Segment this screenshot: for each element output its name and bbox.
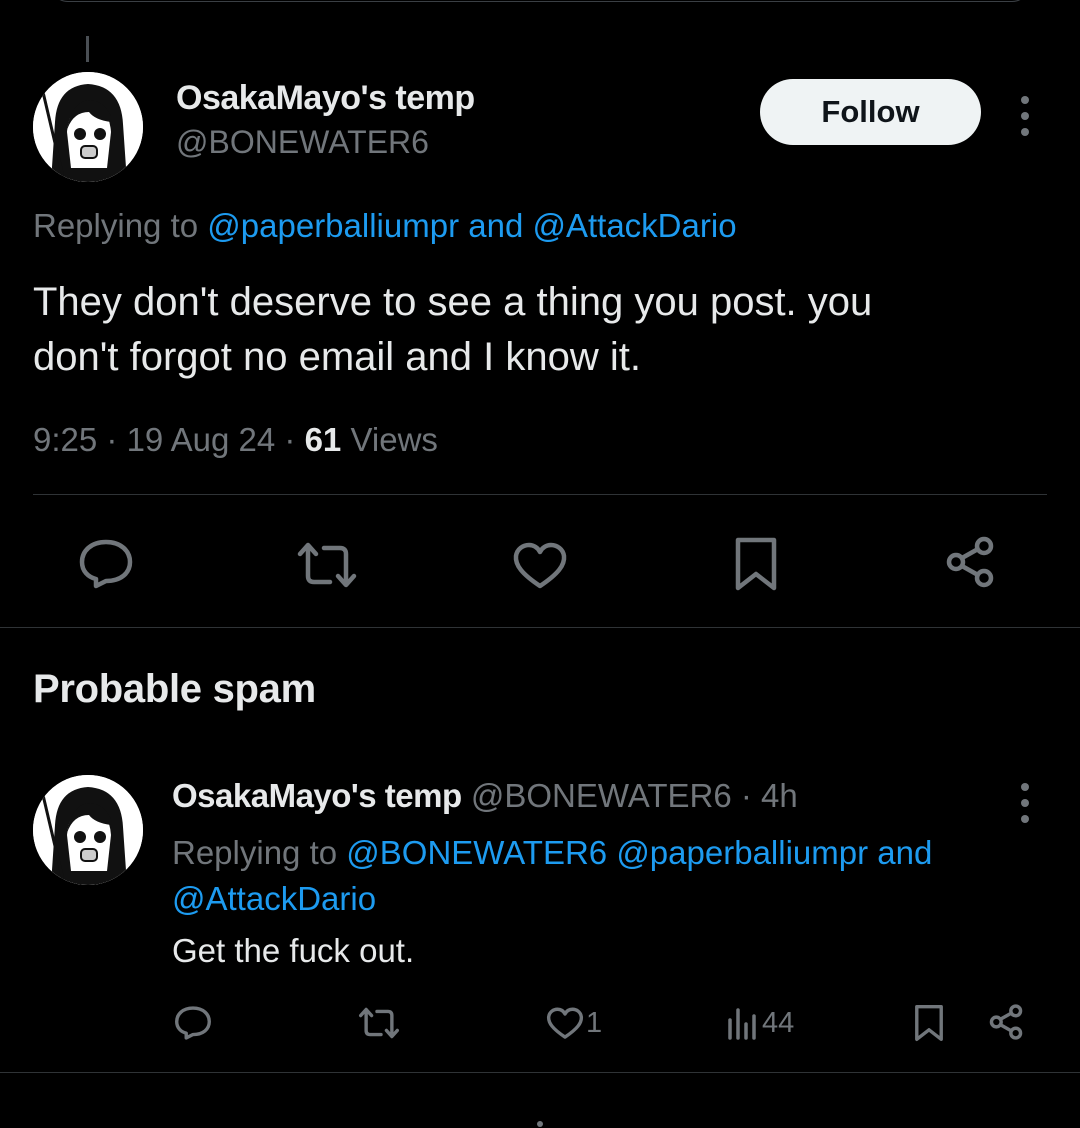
author-display-name[interactable]: OsakaMayo's temp <box>176 79 475 118</box>
like-count: 1 <box>586 1007 603 1039</box>
meta-separator: · <box>106 421 118 458</box>
replying-user-link[interactable]: @paperballiumpr <box>616 834 868 871</box>
replying-user-link[interactable]: @AttackDario <box>172 880 376 917</box>
retweet-button[interactable] <box>296 540 358 590</box>
reply-header: OsakaMayo's temp @BONEWATER6 · 4h <box>172 777 798 815</box>
share-icon <box>989 1004 1023 1040</box>
follow-button[interactable]: Follow <box>760 79 981 145</box>
author-display-name[interactable]: OsakaMayo's temp <box>172 777 462 814</box>
like-icon <box>547 1007 583 1039</box>
replying-user-link[interactable]: @AttackDario <box>532 207 736 244</box>
meta-separator: · <box>284 421 296 458</box>
author-handle[interactable]: @BONEWATER6 <box>471 777 732 814</box>
bookmark-icon <box>735 537 777 591</box>
views-count: 44 <box>762 1006 795 1039</box>
like-button[interactable]: 1 <box>546 1007 602 1040</box>
tweet-text: Get the fuck out. <box>172 932 415 969</box>
replying-user-link[interactable]: @paperballiumpr <box>207 207 459 244</box>
tweet-meta: 9:25 · 19 Aug 24 · 61 Views <box>33 421 438 459</box>
tweet-text: They don't deserve to see a thing you po… <box>33 275 1033 385</box>
replying-prefix: Replying to <box>172 834 338 871</box>
reply-button[interactable] <box>78 538 134 590</box>
views-count: 61 <box>304 421 342 458</box>
share-button[interactable] <box>988 1004 1024 1040</box>
section-title: Probable spam <box>33 667 316 711</box>
replying-and: and <box>468 207 524 244</box>
divider <box>0 1072 1080 1073</box>
like-button[interactable] <box>512 542 568 590</box>
replying-user-link[interactable]: @BONEWATER6 <box>346 834 607 871</box>
replying-prefix: Replying to <box>33 207 199 244</box>
tweet-date[interactable]: 19 Aug 24 <box>127 421 276 458</box>
reply-icon <box>79 539 133 589</box>
avatar[interactable] <box>33 72 143 182</box>
views-label: Views <box>350 421 438 458</box>
tweet-text-line: don't forgot no email and I know it. <box>33 335 641 379</box>
retweet-icon <box>297 542 357 588</box>
more-options-icon[interactable] <box>1018 783 1032 823</box>
divider <box>0 627 1080 628</box>
retweet-icon <box>359 1007 399 1039</box>
bookmark-button[interactable] <box>914 1004 944 1042</box>
tweet-text-line: They don't deserve to see a thing you po… <box>33 280 873 324</box>
tweet-time[interactable]: 9:25 <box>33 421 97 458</box>
share-icon <box>946 536 994 588</box>
loading-dot <box>537 1121 543 1127</box>
meta-separator: · <box>740 777 752 814</box>
replying-to-line: Replying to @paperballiumpr and @AttackD… <box>33 207 737 245</box>
replying-and: and <box>877 834 933 871</box>
more-options-icon[interactable] <box>1018 96 1032 136</box>
views-button[interactable]: 44 <box>726 1006 794 1040</box>
author-handle[interactable]: @BONEWATER6 <box>176 124 429 161</box>
avatar[interactable] <box>33 775 143 885</box>
share-button[interactable] <box>944 536 996 588</box>
views-icon <box>728 1008 756 1040</box>
reply-icon <box>175 1006 211 1040</box>
replying-to-line: Replying to @BONEWATER6 @paperballiumpr … <box>172 830 1032 922</box>
divider <box>33 494 1047 495</box>
thread-connector-line <box>86 36 89 62</box>
avatar-image <box>33 775 143 885</box>
retweet-button[interactable] <box>358 1006 400 1040</box>
tweet-age[interactable]: 4h <box>761 777 798 814</box>
like-icon <box>513 542 567 589</box>
bookmark-button[interactable] <box>734 536 778 592</box>
avatar-image <box>33 72 143 182</box>
reply-button[interactable] <box>174 1005 212 1041</box>
bookmark-icon <box>915 1005 943 1041</box>
previous-card-edge <box>50 0 1030 2</box>
